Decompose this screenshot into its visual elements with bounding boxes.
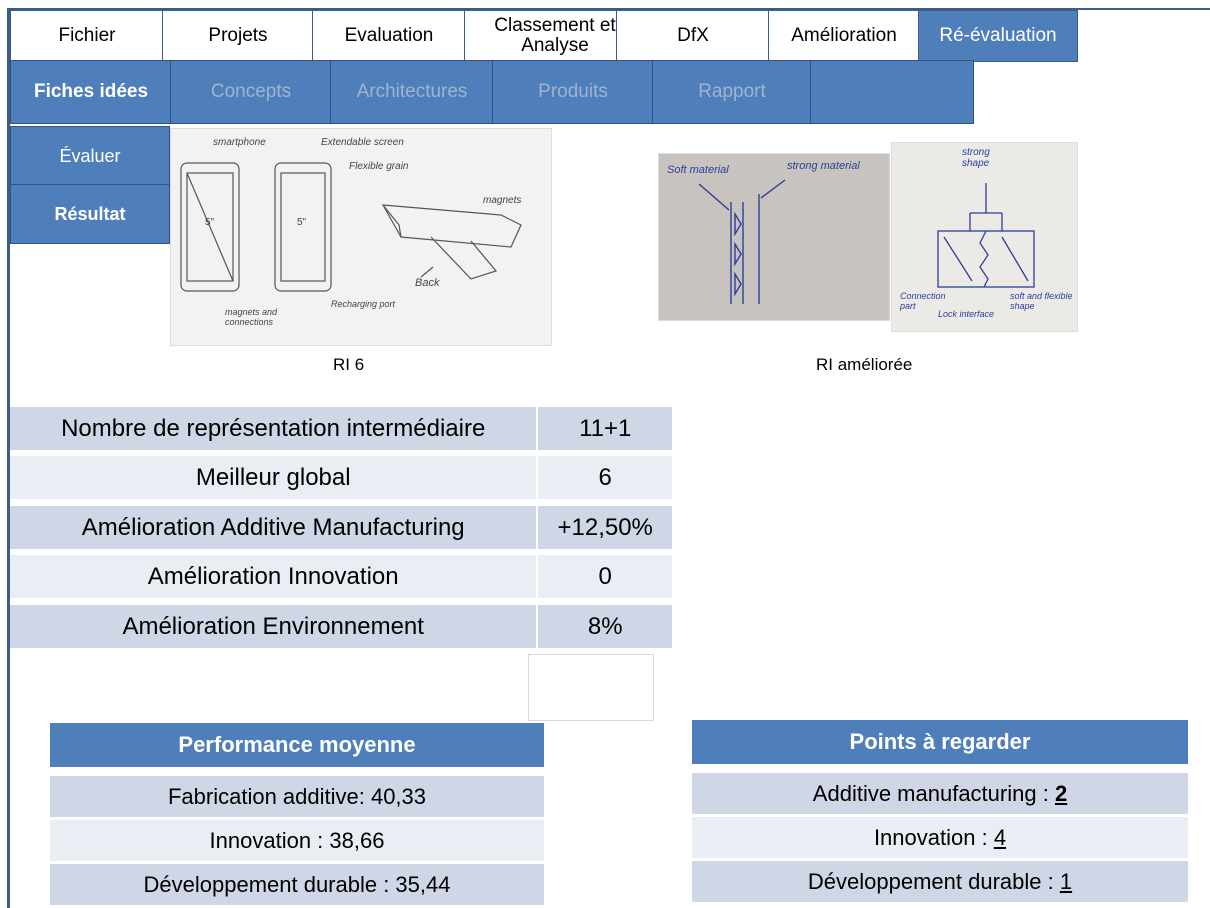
menu-projets[interactable]: Projets — [162, 10, 314, 62]
tab-empty[interactable] — [810, 60, 974, 124]
performance-title: Performance moyenne — [50, 723, 544, 767]
tab-fiches-idees[interactable]: Fiches idées — [10, 60, 172, 124]
stats-label: Meilleur global — [195, 463, 351, 491]
performance-row: Fabrication additive: 40,33 — [50, 773, 544, 817]
ri6-label-size1: 5" — [205, 217, 215, 228]
ri6-label-magnets-connections: magnets and connections — [225, 307, 278, 327]
stats-row: Amélioration Innovation 0 — [10, 555, 672, 598]
menu-amelioration[interactable]: Amélioration — [768, 10, 920, 62]
ri6-label-back: Back — [415, 277, 440, 289]
menu-evaluation[interactable]: Evaluation — [312, 10, 466, 62]
ri6-label-smartphone: smartphone — [213, 137, 266, 148]
stats-value: +12,50% — [536, 506, 672, 549]
ri6-label-size2: 5" — [297, 217, 307, 228]
stats-row: Nombre de représentation intermédiaire 1… — [10, 407, 672, 450]
improved-a-label-soft: Soft material — [667, 164, 729, 176]
performance-row: Innovation : 38,66 — [50, 817, 544, 861]
points-row: Additive manufacturing : 2 — [692, 770, 1188, 814]
improved-b-label-soft-flexible: soft and flexible shape — [1010, 291, 1073, 311]
stats-label: Nombre de représentation intermédiaire — [61, 414, 486, 442]
stats-row: Amélioration Environnement 8% — [10, 605, 672, 648]
tab-concepts[interactable]: Concepts — [170, 60, 332, 124]
improved-sketch-a-drawing — [698, 179, 786, 304]
improved-b-label-strong-shape: strong shape — [962, 147, 990, 169]
points-title: Points à regarder — [692, 720, 1188, 764]
stats-label: Amélioration Environnement — [122, 612, 424, 640]
stats-value: 8% — [536, 605, 672, 648]
stats-value: 6 — [536, 456, 672, 499]
ri6-label-extendable: Extendable screen — [321, 137, 404, 148]
points-label: Additive manufacturing : — [812, 780, 1049, 806]
points-row: Développement durable : 1 — [692, 858, 1188, 902]
improved-b-label-lock: Lock interface — [938, 309, 995, 319]
stats-label: Amélioration Innovation — [147, 562, 399, 590]
points-value: 2 — [1054, 780, 1068, 806]
ri6-sketch-image: smartphone Extendable screen Flexible gr… — [170, 128, 552, 346]
result-button[interactable]: Résultat — [10, 184, 170, 244]
tab-produits[interactable]: Produits — [492, 60, 654, 124]
points-value: 4 — [993, 824, 1007, 850]
evaluate-button[interactable]: Évaluer — [10, 126, 170, 186]
improved-b-label-connection: Connection part — [900, 291, 946, 311]
ri6-label-magnets: magnets — [483, 195, 522, 206]
menu-dfx[interactable]: DfX — [616, 10, 770, 62]
menu-fichier[interactable]: Fichier — [10, 10, 164, 62]
ri6-caption: RI 6 — [333, 355, 365, 374]
stats-value: 0 — [536, 555, 672, 598]
tab-rapport[interactable]: Rapport — [652, 60, 812, 124]
improved-a-label-strong: strong material — [787, 160, 860, 172]
improved-sketch-image-a: Soft material strong material — [658, 153, 890, 321]
points-label: Développement durable : — [807, 868, 1054, 894]
tab-architectures[interactable]: Architectures — [330, 60, 494, 124]
ri6-label-recharging: Recharging port — [331, 299, 396, 309]
stats-value: 11+1 — [536, 407, 672, 450]
points-label: Innovation : — [873, 824, 988, 850]
menu-re-evaluation[interactable]: Ré-évaluation — [918, 10, 1078, 62]
ri6-label-flexible: Flexible grain — [349, 161, 409, 172]
stats-row: Meilleur global 6 — [10, 456, 672, 499]
points-value: 1 — [1059, 868, 1073, 894]
stats-label: Amélioration Additive Manufacturing — [81, 513, 465, 541]
stats-row: Amélioration Additive Manufacturing +12,… — [10, 506, 672, 549]
performance-row: Développement durable : 35,44 — [50, 861, 544, 905]
improved-caption: RI améliorée — [816, 355, 913, 374]
improved-sketch-image-b: strong shape Connection part Lock interf… — [891, 142, 1078, 332]
points-row: Innovation : 4 — [692, 814, 1188, 858]
empty-cell-box — [528, 654, 654, 721]
